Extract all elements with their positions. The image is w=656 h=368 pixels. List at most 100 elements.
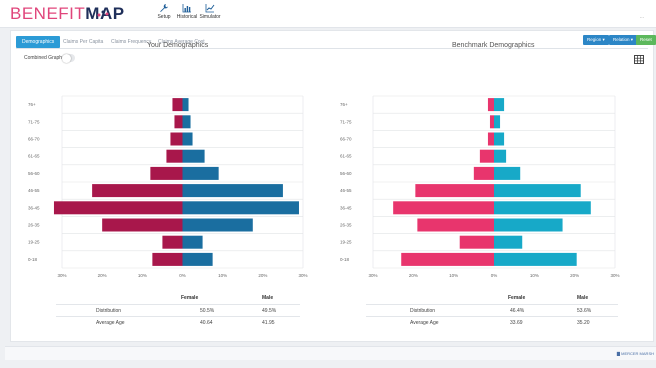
female-value: 50.5% <box>200 308 215 314</box>
bar-male-46-55[interactable] <box>182 184 283 198</box>
region-dropdown[interactable]: Region ▾ <box>583 35 609 45</box>
tab-claims-per-capita[interactable]: Claims Per Capita <box>57 36 109 48</box>
y-tick-label: 36-45 <box>340 205 352 210</box>
y-tick-label: 19-25 <box>340 240 352 245</box>
y-tick-label: 66-70 <box>340 137 352 142</box>
y-tick-label: 0-18 <box>340 257 350 262</box>
row-label: Distribution <box>96 308 122 314</box>
reset-button[interactable]: Reset <box>636 35 656 45</box>
x-tick-label: 30% <box>610 273 619 278</box>
bar-female-56-60[interactable] <box>473 166 494 180</box>
male-value: 35.20 <box>577 320 590 326</box>
table-header-row: Female Male <box>366 292 618 304</box>
y-tick-label: 61-65 <box>28 154 40 159</box>
bar-male-76+[interactable] <box>182 98 189 112</box>
bar-male-26-35[interactable] <box>494 218 563 232</box>
bar-female-71-75[interactable] <box>174 115 183 129</box>
bar-male-26-35[interactable] <box>182 218 253 232</box>
bar-male-61-65[interactable] <box>182 149 205 163</box>
y-tick-label: 76+ <box>28 102 36 107</box>
y-tick-label: 56-60 <box>28 171 40 176</box>
bar-male-0-18[interactable] <box>182 252 213 266</box>
x-tick-label: 10% <box>530 273 539 278</box>
bar-female-0-18[interactable] <box>152 252 183 266</box>
bar-male-19-25[interactable] <box>182 235 203 249</box>
table-row: Average Age 40.64 41.95 <box>56 316 300 328</box>
y-tick-label: 36-45 <box>28 205 40 210</box>
your-stats-table: Female Male Distribution 50.5% 49.5% Ave… <box>56 292 300 328</box>
x-tick-label: 10% <box>138 273 147 278</box>
table-row: Distribution 50.5% 49.5% <box>56 304 300 316</box>
y-tick-label: 71-75 <box>28 119 40 124</box>
bar-female-36-45[interactable] <box>53 201 183 215</box>
bar-male-36-45[interactable] <box>182 201 299 215</box>
nav-setup[interactable]: Setup <box>153 3 175 20</box>
footer-logo: ▇ MERCER MARSH <box>616 351 654 356</box>
x-tick-label: 0% <box>179 273 186 278</box>
your-demographics-title: Your Demographics <box>147 42 209 49</box>
y-tick-label: 61-65 <box>340 154 352 159</box>
wrench-icon <box>160 4 168 12</box>
nav-simulator-label: Simulator <box>199 14 221 20</box>
tab-demographics[interactable]: Demographics <box>16 36 61 48</box>
bar-female-71-75[interactable] <box>489 115 494 129</box>
bar-female-19-25[interactable] <box>162 235 183 249</box>
nav-setup-label: Setup <box>157 14 171 20</box>
bar-male-0-18[interactable] <box>494 252 577 266</box>
bar-female-19-25[interactable] <box>459 235 494 249</box>
row-label: Distribution <box>410 308 436 314</box>
x-tick-label: 30% <box>298 273 307 278</box>
benchmark-stats-table: Female Male Distribution 46.4% 53.6% Ave… <box>366 292 618 328</box>
bar-male-19-25[interactable] <box>494 235 523 249</box>
bar-female-66-70[interactable] <box>487 132 494 146</box>
bar-male-66-70[interactable] <box>182 132 193 146</box>
y-tick-label: 66-70 <box>28 137 40 142</box>
y-tick-label: 19-25 <box>28 240 40 245</box>
y-tick-label: 0-18 <box>28 257 38 262</box>
header-menu-ellipsis[interactable]: ... <box>640 14 644 20</box>
nav-historical-label: Historical <box>176 14 198 20</box>
row-label: Average Age <box>410 320 439 326</box>
bar-male-71-75[interactable] <box>182 115 191 129</box>
bar-female-26-35[interactable] <box>102 218 183 232</box>
table-row: Average Age 33.69 35.20 <box>366 316 618 328</box>
table-header-row: Female Male <box>56 292 300 304</box>
bar-female-46-55[interactable] <box>415 184 494 198</box>
bar-female-56-60[interactable] <box>150 166 183 180</box>
relation-dropdown[interactable]: Relation ▾ <box>609 35 638 45</box>
x-tick-label: 20% <box>258 273 267 278</box>
bar-chart-icon <box>182 4 191 13</box>
bar-female-36-45[interactable] <box>393 201 494 215</box>
your-demographics-chart: 76+ 71-75 66-70 61-65 56-60 46-55 36-45 26-35 19… <box>28 95 308 278</box>
bar-male-66-70[interactable] <box>494 132 505 146</box>
bar-male-61-65[interactable] <box>494 149 507 163</box>
bar-male-76+[interactable] <box>494 98 505 112</box>
bar-male-56-60[interactable] <box>494 166 521 180</box>
y-tick-label: 76+ <box>340 102 348 107</box>
bar-female-76+[interactable] <box>172 98 183 112</box>
page-bottom-strip <box>5 346 656 360</box>
nav-historical[interactable]: Historical <box>176 3 198 20</box>
nav-simulator[interactable]: Simulator <box>199 3 221 20</box>
x-tick-label: 10% <box>449 273 458 278</box>
bar-male-56-60[interactable] <box>182 166 219 180</box>
x-tick-label: 20% <box>570 273 579 278</box>
y-tick-label: 26-35 <box>340 223 352 228</box>
bar-male-36-45[interactable] <box>494 201 591 215</box>
male-value: 49.5% <box>262 308 277 314</box>
bar-female-26-35[interactable] <box>417 218 494 232</box>
bar-female-61-65[interactable] <box>166 149 183 163</box>
header-male: Male <box>577 295 589 301</box>
bar-female-46-55[interactable] <box>92 184 183 198</box>
benchmark-demographics-chart: 76+ 71-75 66-70 61-65 56-60 46-55 36-45 26-35 19… <box>340 95 620 278</box>
bar-female-76+[interactable] <box>487 98 494 112</box>
x-tick-label: 20% <box>98 273 107 278</box>
logo-map-icon <box>97 10 109 17</box>
x-tick-label: 20% <box>409 273 418 278</box>
bar-male-46-55[interactable] <box>494 184 581 198</box>
bar-male-71-75[interactable] <box>494 115 501 129</box>
bar-female-0-18[interactable] <box>401 252 494 266</box>
bar-female-66-70[interactable] <box>170 132 183 146</box>
y-tick-label: 26-35 <box>28 223 40 228</box>
bar-female-61-65[interactable] <box>479 149 494 163</box>
